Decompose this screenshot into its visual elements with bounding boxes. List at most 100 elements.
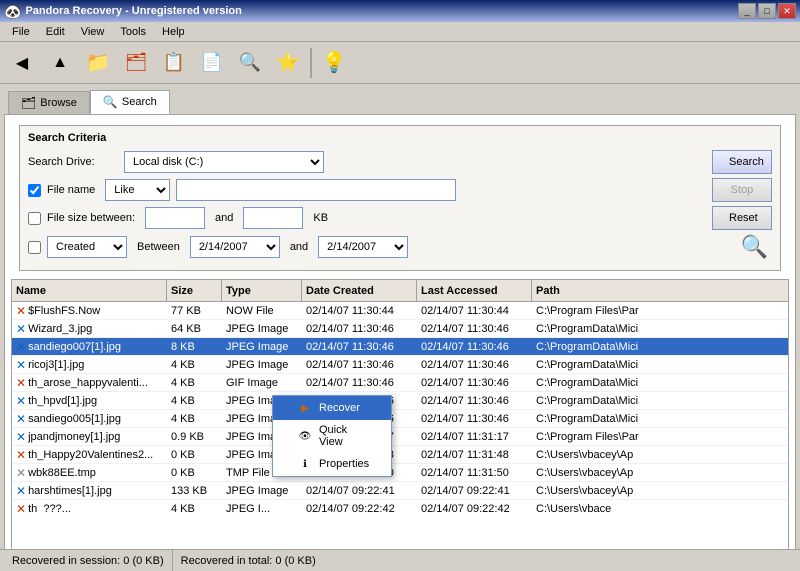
menu-bar: File Edit View Tools Help [0,22,800,42]
table-row[interactable]: ✕ ricoj3[1].jpg 4 KB JPEG Image 02/14/07… [12,356,788,374]
minimize-button[interactable]: _ [738,3,756,19]
table-row[interactable]: ✕ th_Happy20Valentines2... 0 KB JPEG Ima… [12,446,788,464]
col-header-type[interactable]: Type [222,280,302,301]
filename-like-select[interactable]: LikeExactRegex [105,179,170,201]
file-accessed-cell: 02/14/07 11:30:46 [417,410,532,427]
open-button[interactable]: 📁 [80,45,116,81]
table-row[interactable]: ✕ th_arose_happyvalenti... 4 KB GIF Imag… [12,374,788,392]
file-accessed-cell: 02/14/07 11:30:46 [417,356,532,373]
file-size-cell: 4 KB [167,374,222,391]
file-name: $FlushFS.Now [28,305,100,317]
col-header-accessed[interactable]: Last Accessed [417,280,532,301]
status-bar: Recovered in session: 0 (0 KB) Recovered… [0,549,800,571]
col-header-date[interactable]: Date Created [302,280,417,301]
tab-search[interactable]: 🔍 Search [90,90,170,114]
table-row[interactable]: ✕ $FlushFS.Now 77 KB NOW File 02/14/07 1… [12,302,788,320]
docs-button[interactable]: 📄 [194,45,230,81]
file-accessed-cell: 02/14/07 09:22:41 [417,482,532,499]
file-type-cell: NOW File [222,302,302,319]
filename-label: File name [47,184,95,196]
filename-checkbox[interactable] [28,184,41,197]
file-name: Wizard_3.jpg [28,323,92,335]
context-quickview-label: Quick View [319,424,371,448]
context-menu-recover[interactable]: ▶ Recover [273,396,391,420]
window-title: Pandora Recovery - Unregistered version [25,5,241,17]
menu-tools[interactable]: Tools [112,24,154,40]
file-name-cell: ✕ th_hpvd[1].jpg [12,392,167,409]
file-path-cell: C:\ProgramData\Mici [532,338,788,355]
file-name-cell: ✕ th_???... [12,500,167,512]
table-row[interactable]: ✕ th_???... 4 KB JPEG I... 02/14/07 09:2… [12,500,788,512]
table-row[interactable]: ✕ Wizard_3.jpg 64 KB JPEG Image 02/14/07… [12,320,788,338]
stop-button[interactable]: Stop [712,178,772,202]
file-name: th_???... [28,503,71,513]
file-name: jpandjmoney[1].jpg [28,431,120,443]
file-type-cell: JPEG Image [222,320,302,337]
file-name-cell: ✕ jpandjmoney[1].jpg [12,428,167,445]
toolbar: ◀ ▲ 📁 🗂 📋 📄 🔍 ⭐ 💡 [0,42,800,84]
close-button[interactable]: ✕ [778,3,796,19]
reset-button[interactable]: Reset [712,206,772,230]
file-path-cell: C:\Program Files\Par [532,428,788,445]
search-toolbar-button[interactable]: 🔍 [232,45,268,81]
date-checkbox[interactable] [28,241,41,254]
col-header-name[interactable]: Name [12,280,167,301]
date-type-select[interactable]: CreatedModifiedAccessed [47,236,127,258]
col-header-path[interactable]: Path [532,280,788,301]
file-size-cell: 8 KB [167,338,222,355]
star-button[interactable]: ⭐ [270,45,306,81]
table-row[interactable]: ✕ sandiego005[1].jpg 4 KB JPEG Image 02/… [12,410,788,428]
drive-select[interactable]: Local disk (C:)Local disk (D:)Local disk… [124,151,324,173]
delete-button[interactable]: 🗂 [118,45,154,81]
table-row[interactable]: ✕ sandiego007[1].jpg 8 KB JPEG Image 02/… [12,338,788,356]
maximize-button[interactable]: □ [758,3,776,19]
filename-pattern-input[interactable]: *.* [176,179,456,201]
table-row[interactable]: ✕ harshtimes[1].jpg 133 KB JPEG Image 02… [12,482,788,500]
context-recover-label: Recover [319,402,360,414]
context-properties-label: Properties [319,458,369,470]
file-name-cell: ✕ wbk88EE.tmp [12,464,167,481]
file-path-cell: C:\ProgramData\Mici [532,392,788,409]
file-path-cell: C:\ProgramData\Mici [532,320,788,337]
up-button[interactable]: ▲ [42,45,78,81]
table-row[interactable]: ✕ jpandjmoney[1].jpg 0.9 KB JPEG Image 0… [12,428,788,446]
context-menu-quickview[interactable]: 👁 Quick View [273,420,391,452]
menu-view[interactable]: View [73,24,113,40]
file-accessed-cell: 02/14/07 11:30:46 [417,338,532,355]
tip-button[interactable]: 💡 [316,45,352,81]
title-controls: _ □ ✕ [738,3,796,19]
search-button[interactable]: Search [712,150,772,174]
menu-file[interactable]: File [4,24,38,40]
file-date-cell: 02/14/07 11:30:46 [302,338,417,355]
file-name: harshtimes[1].jpg [28,485,112,497]
file-path-cell: C:\Users\vbacey\Ap [532,464,788,481]
tab-browse[interactable]: 🗂 Browse [8,91,90,114]
file-type-cell: JPEG Image [222,338,302,355]
back-button[interactable]: ◀ [4,45,40,81]
file-name-cell: ✕ ricoj3[1].jpg [12,356,167,373]
filesize-min-input[interactable]: 0 [145,207,205,229]
filesize-checkbox[interactable] [28,212,41,225]
quickview-icon: 👁 [297,428,313,444]
date-from-select[interactable]: 2/14/2007 [190,236,280,258]
file-name-cell: ✕ Wizard_3.jpg [12,320,167,337]
file-accessed-cell: 02/14/07 11:31:17 [417,428,532,445]
file-path-cell: C:\Program Files\Par [532,302,788,319]
table-row[interactable]: ✕ th_hpvd[1].jpg 4 KB JPEG Image 02/14/0… [12,392,788,410]
search-criteria-panel: Search Criteria Search Drive: Local disk… [19,125,781,271]
file-size-cell: 0 KB [167,464,222,481]
filesize-max-input[interactable]: 100 [243,207,303,229]
file-size-cell: 0 KB [167,446,222,463]
file-list-container: Name Size Type Date Created Last Accesse… [11,279,789,564]
file-accessed-cell: 02/14/07 11:31:48 [417,446,532,463]
menu-help[interactable]: Help [154,24,193,40]
file-accessed-cell: 02/14/07 11:30:46 [417,320,532,337]
status-session: Recovered in session: 0 (0 KB) [4,550,173,571]
menu-edit[interactable]: Edit [38,24,73,40]
col-header-size[interactable]: Size [167,280,222,301]
copy-button[interactable]: 📋 [156,45,192,81]
table-row[interactable]: ✕ wbk88EE.tmp 0 KB TMP File 02/14/07 11:… [12,464,788,482]
date-to-select[interactable]: 2/14/2007 [318,236,408,258]
context-menu-properties[interactable]: ℹ Properties [273,452,391,476]
file-date-cell: 02/14/07 09:22:41 [302,482,417,499]
